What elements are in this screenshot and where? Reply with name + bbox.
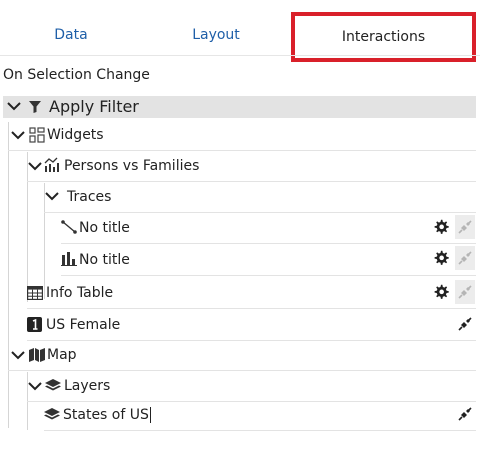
chevron-down-icon[interactable] <box>11 129 25 141</box>
chevron-down-icon[interactable] <box>28 160 42 172</box>
chevron-down-icon[interactable] <box>6 98 22 114</box>
layers-icon <box>44 408 60 420</box>
chevron-down-icon[interactable] <box>11 349 25 361</box>
plug-icon[interactable] <box>457 316 473 332</box>
plug-icon <box>458 220 472 234</box>
plug-button[interactable] <box>455 215 475 239</box>
plug-icon[interactable] <box>457 406 473 422</box>
tree-row-trace[interactable]: No title <box>61 213 476 244</box>
tree-row-trace[interactable]: No title <box>61 245 476 276</box>
tree-label-traces: Traces <box>67 189 112 205</box>
plug-button[interactable] <box>455 280 475 304</box>
gear-icon[interactable] <box>433 219 449 235</box>
widgets-grid-icon <box>29 127 45 143</box>
apply-filter-label: Apply Filter <box>49 97 139 116</box>
plug-button[interactable] <box>455 246 475 270</box>
tabs-divider <box>0 55 480 56</box>
tree-label-widgets: Widgets <box>47 127 104 143</box>
tree-label-persons-vs-families: Persons vs Families <box>64 158 200 174</box>
tree-row-map[interactable]: Map <box>8 340 476 371</box>
map-icon <box>29 348 45 362</box>
interactions-tree: Widgets Persons vs Families Traces No ti… <box>0 120 483 458</box>
tree-row-persons-vs-families[interactable]: Persons vs Families <box>27 151 476 182</box>
tree-label-info-table: Info Table <box>46 285 114 301</box>
chart-icon <box>44 157 59 172</box>
gear-icon[interactable] <box>433 250 449 266</box>
tab-bar: Data Layout Interactions <box>0 0 483 62</box>
line-trace-icon <box>61 220 77 234</box>
tree-row-layers[interactable]: Layers <box>27 371 476 402</box>
section-label: On Selection Change <box>3 67 150 83</box>
tree-row-states-of-us[interactable]: States of US <box>44 400 476 431</box>
tree-label-trace: No title <box>79 220 130 236</box>
layers-icon <box>45 379 61 391</box>
tree-row-widgets[interactable]: Widgets <box>8 120 476 151</box>
chevron-down-icon[interactable] <box>28 380 42 392</box>
tree-row-info-table[interactable]: Info Table <box>27 278 476 309</box>
chevron-down-icon[interactable] <box>45 190 59 202</box>
tree-guide-line <box>8 122 9 428</box>
tab-layout[interactable]: Layout <box>180 20 252 50</box>
plug-icon <box>458 251 472 265</box>
tree-row-us-female[interactable]: US Female <box>27 310 476 341</box>
filter-icon <box>29 101 41 113</box>
tree-label-states-of-us: States of US <box>63 400 151 430</box>
plug-icon <box>458 285 472 299</box>
table-icon <box>27 286 43 300</box>
number-card-icon <box>27 317 42 332</box>
gear-icon[interactable] <box>433 284 449 300</box>
tab-data[interactable]: Data <box>40 20 102 50</box>
apply-filter-header[interactable]: Apply Filter <box>3 96 476 118</box>
tree-label-map: Map <box>47 347 77 363</box>
tree-label-trace: No title <box>79 252 130 268</box>
bar-trace-icon <box>61 252 77 266</box>
tree-row-traces[interactable]: Traces <box>44 182 476 213</box>
tree-label-layers: Layers <box>64 378 111 394</box>
tree-label-us-female: US Female <box>46 317 121 333</box>
states-of-us-text: States of US <box>63 407 149 423</box>
text-cursor <box>149 407 151 423</box>
